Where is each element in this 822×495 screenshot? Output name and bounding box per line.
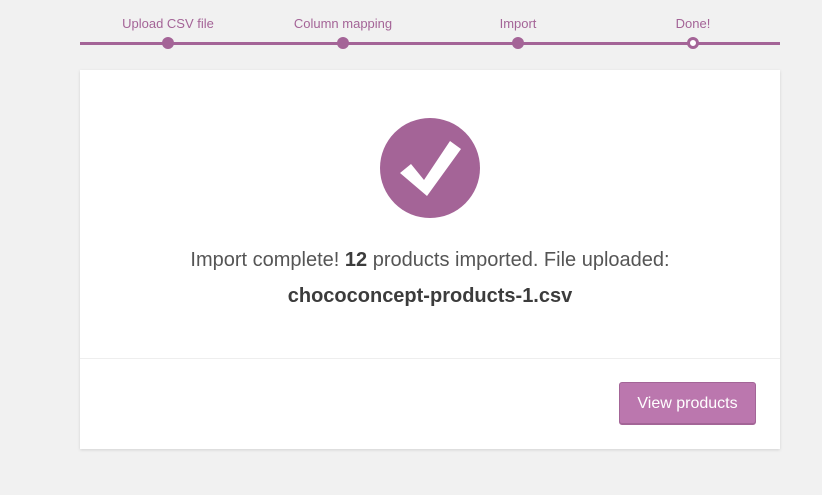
import-complete-message: Import complete! 12 products imported. F… [100, 242, 760, 314]
view-products-button[interactable]: View products [619, 382, 756, 425]
step-label: Column mapping [293, 16, 393, 31]
step-import: Import [443, 0, 593, 49]
progress-line [80, 42, 780, 45]
message-prefix: Import complete! [190, 249, 340, 271]
step-done: Done! [618, 0, 768, 49]
step-upload-csv: Upload CSV file [93, 0, 243, 49]
uploaded-filename: chococoncept-products-1.csv [287, 285, 573, 307]
import-progress-steps: Upload CSV file Column mapping Import Do… [80, 0, 780, 60]
step-label: Import [499, 16, 537, 31]
checkmark-icon [380, 118, 480, 218]
step-dot [337, 37, 349, 49]
step-column-mapping: Column mapping [268, 0, 418, 49]
card-divider [80, 358, 780, 359]
message-middle: products imported. File uploaded: [372, 249, 670, 271]
step-dot-current [687, 37, 699, 49]
import-result-card: Import complete! 12 products imported. F… [80, 70, 780, 449]
step-label: Done! [675, 16, 711, 31]
step-label: Upload CSV file [122, 16, 214, 31]
step-dot [162, 37, 174, 49]
step-dot [512, 37, 524, 49]
imported-count: 12 [344, 249, 368, 271]
